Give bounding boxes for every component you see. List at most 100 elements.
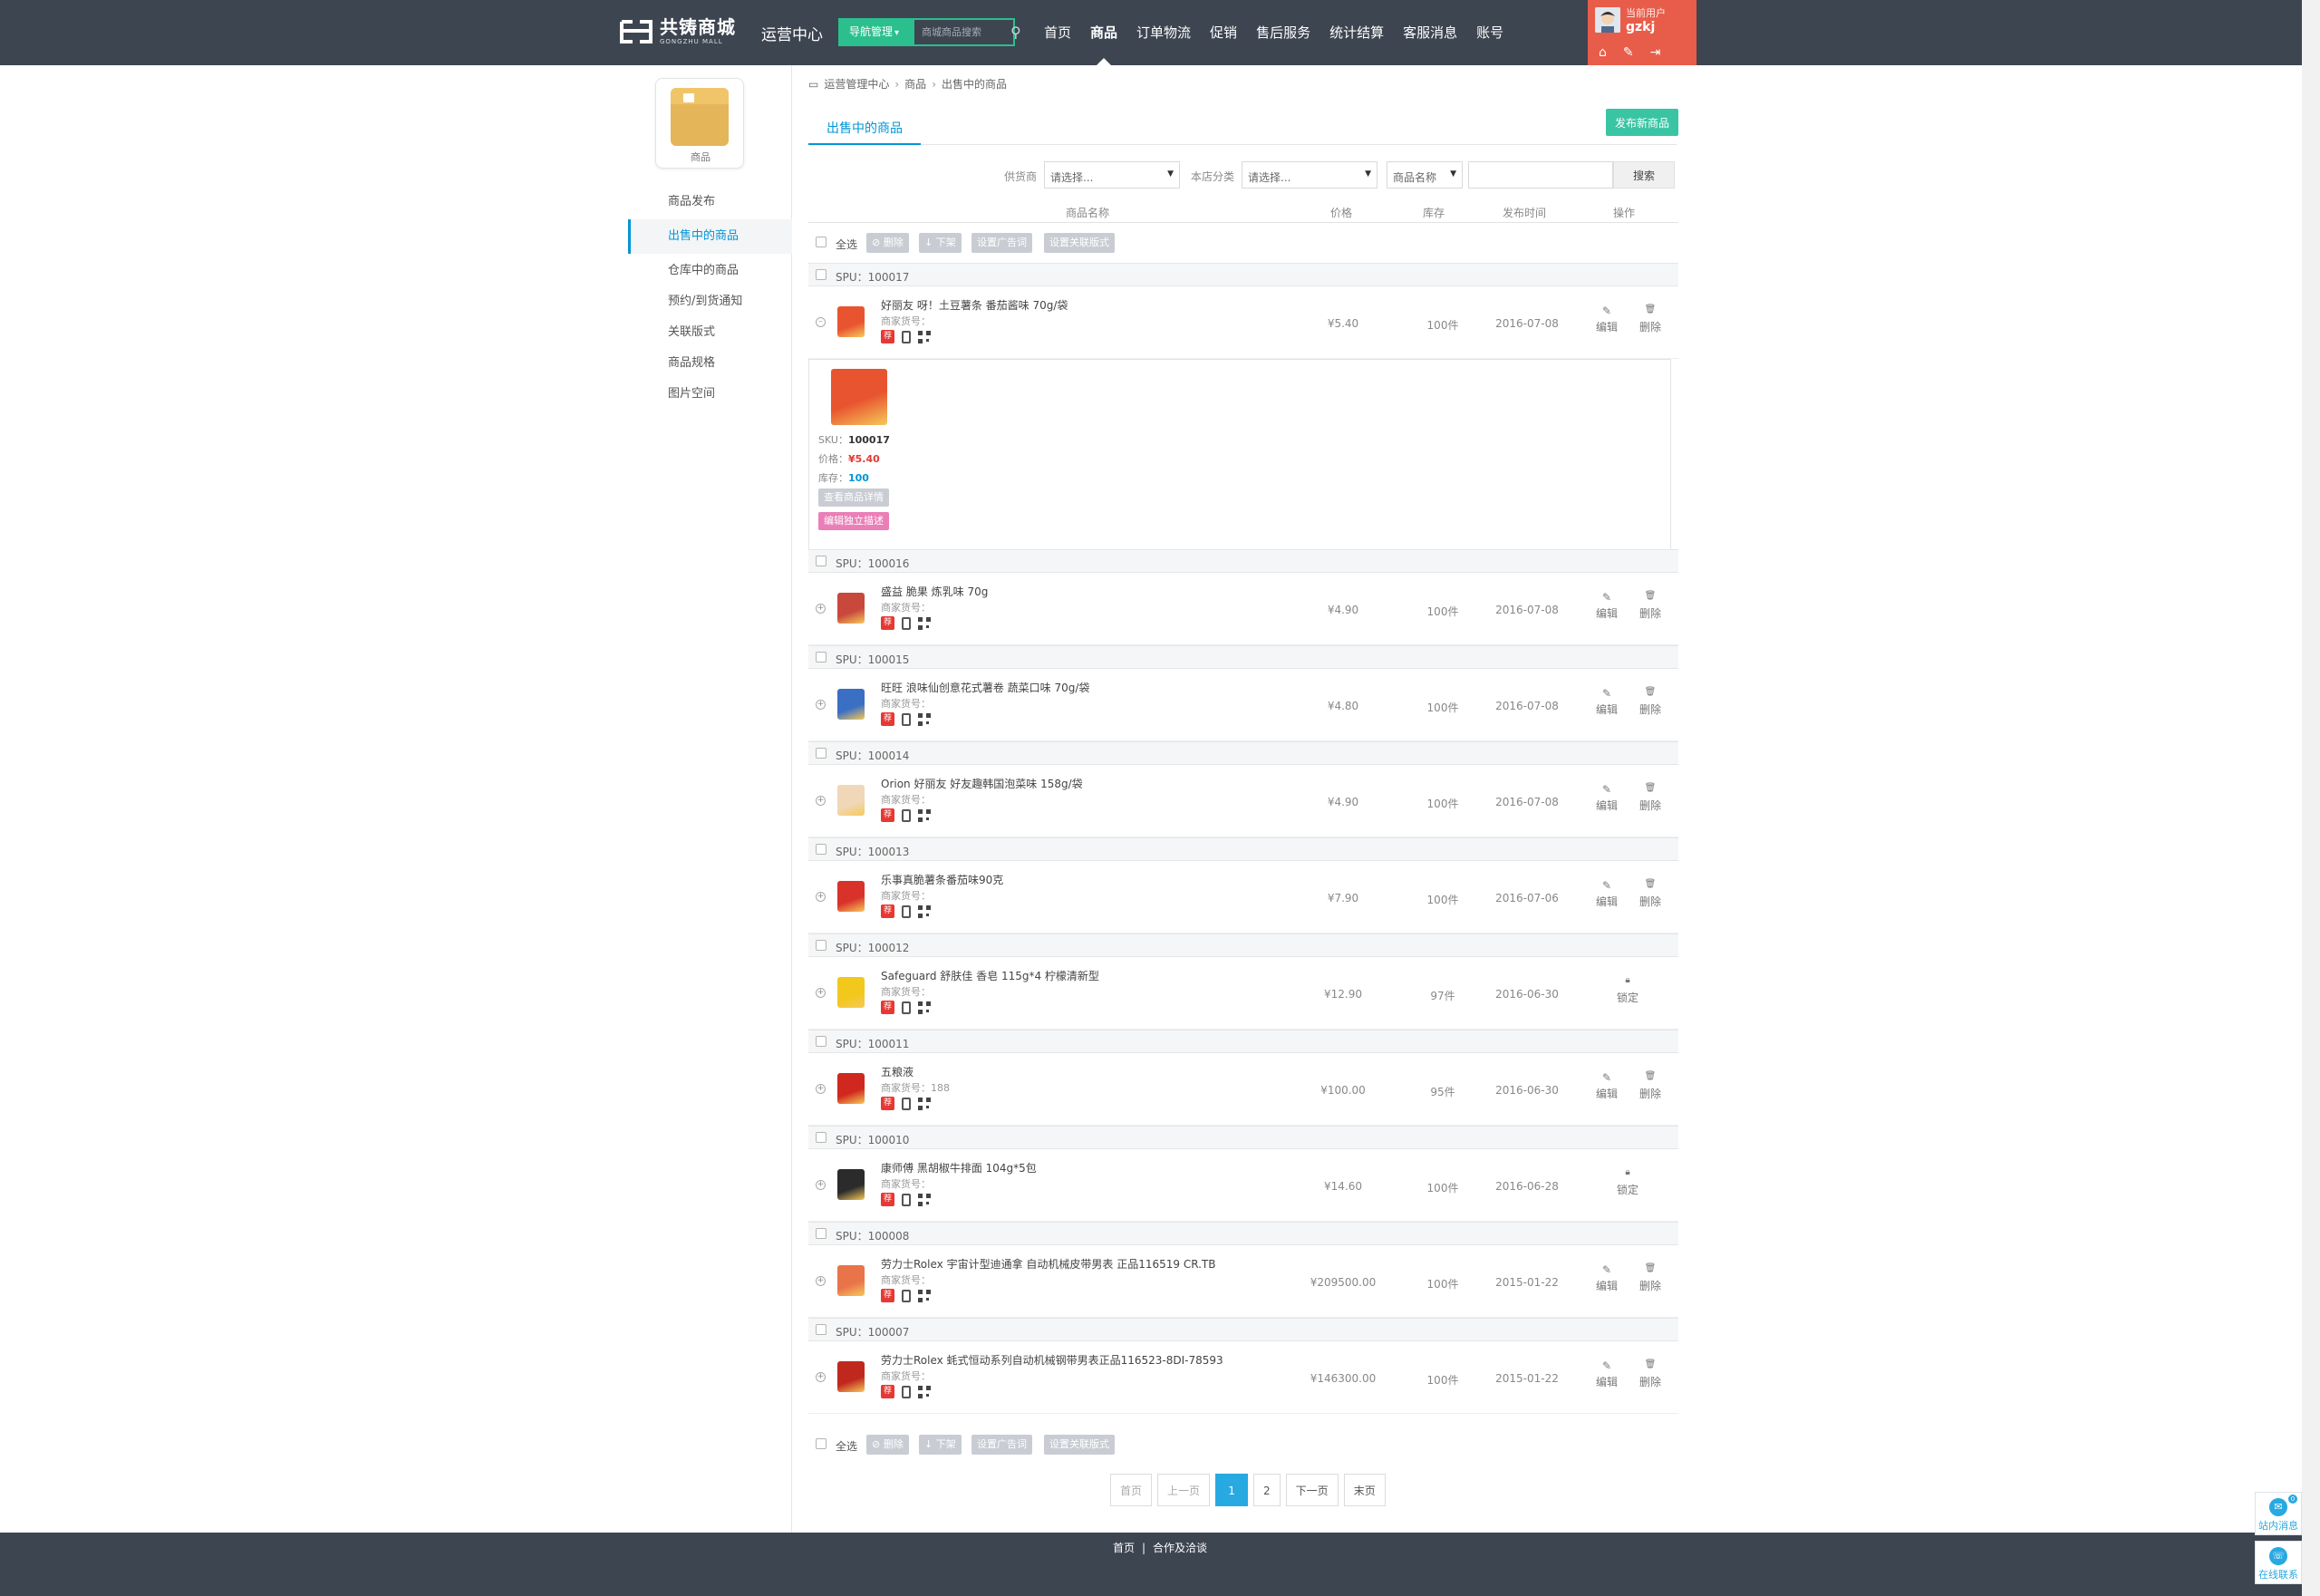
edit-button[interactable]: ✎ 编辑 [1593,1263,1620,1293]
page-prev[interactable]: 上一页 [1157,1474,1211,1506]
product-thumbnail[interactable] [837,306,865,337]
mall-search-input[interactable] [914,20,1013,44]
product-name[interactable]: 盛益 脆果 炼乳味 70g [881,584,988,599]
recommend-icon[interactable]: 荐 [881,808,894,822]
edit-button[interactable]: ✎ 编辑 [1593,783,1620,813]
recommend-icon[interactable]: 荐 [881,616,894,630]
mobile-icon[interactable] [902,1001,911,1014]
recommend-icon[interactable]: 荐 [881,1097,894,1110]
home-icon[interactable]: ⌂ [1599,45,1607,60]
delete-button[interactable]: 🗑︎ 删除 [1637,305,1664,334]
bulk-related-layout-button[interactable]: 设置关联版式 [1044,233,1115,253]
sidebar-item-on-sale[interactable]: 出售中的商品 [628,219,792,254]
bulk-related-layout-button[interactable]: 设置关联版式 [1044,1435,1115,1455]
expand-icon[interactable]: + [816,700,826,710]
qrcode-icon[interactable] [918,712,931,726]
edit-description-button[interactable]: 编辑独立描述 [818,512,889,530]
spu-checkbox[interactable] [816,940,826,951]
delete-button[interactable]: 🗑︎ 删除 [1637,783,1664,813]
expand-icon[interactable]: + [816,892,826,902]
search-button[interactable]: 搜索 [1613,161,1675,189]
page-first[interactable]: 首页 [1110,1474,1153,1506]
spu-checkbox[interactable] [816,1036,826,1047]
nav-statistics[interactable]: 统计结算 [1329,0,1384,65]
mobile-icon[interactable] [902,808,911,822]
breadcrumb-goods[interactable]: 商品 [904,76,926,92]
product-name[interactable]: Orion 好丽友 好友趣韩国泡菜味 158g/袋 [881,776,1083,791]
recommend-icon[interactable]: 荐 [881,1289,894,1302]
product-thumbnail[interactable] [837,1169,865,1200]
expand-icon[interactable]: + [816,1372,826,1382]
qrcode-icon[interactable] [918,1385,931,1398]
recommend-icon[interactable]: 荐 [881,904,894,918]
bulk-ad-words-button[interactable]: 设置广告词 [972,1435,1032,1455]
spu-checkbox[interactable] [816,1228,826,1239]
product-thumbnail[interactable] [837,977,865,1008]
logout-icon[interactable]: ⇥ [1650,45,1661,60]
edit-button[interactable]: ✎ 编辑 [1593,1359,1620,1389]
bulk-delete-button[interactable]: ⊘ 删除 [866,1435,909,1455]
spu-checkbox[interactable] [816,748,826,759]
product-name[interactable]: 好丽友 呀！土豆薯条 番茄酱味 70g/袋 [881,297,1068,313]
qrcode-icon[interactable] [918,616,931,630]
mobile-icon[interactable] [902,1097,911,1110]
delete-button[interactable]: 🗑︎ 删除 [1637,591,1664,621]
product-thumbnail[interactable] [837,1361,865,1392]
field-select[interactable]: 商品名称 ▼ [1387,161,1463,189]
nav-home[interactable]: 首页 [1044,0,1071,65]
collapse-icon[interactable]: – [816,317,826,327]
product-name[interactable]: 旺旺 浪味仙创意花式薯卷 蔬菜口味 70g/袋 [881,680,1089,695]
select-all-checkbox[interactable] [816,1438,826,1449]
delete-button[interactable]: 🗑︎ 删除 [1637,879,1664,909]
scrollbar[interactable] [2302,0,2320,1596]
mobile-icon[interactable] [902,1385,911,1398]
select-all-checkbox[interactable] [816,237,826,247]
sku-image[interactable] [831,369,887,425]
mobile-icon[interactable] [902,1193,911,1206]
breadcrumb-center[interactable]: 运营管理中心 [824,76,889,92]
qrcode-icon[interactable] [918,1001,931,1014]
nav-service[interactable]: 客服消息 [1403,0,1457,65]
expand-icon[interactable]: + [816,1180,826,1190]
binoculars-search-icon[interactable]: ⚲ [1010,24,1021,41]
delete-button[interactable]: 🗑︎ 删除 [1637,1359,1664,1389]
qrcode-icon[interactable] [918,1097,931,1110]
qrcode-icon[interactable] [918,904,931,918]
online-contact-widget[interactable]: ☏ 在线联系 [2255,1541,2302,1584]
sidebar-item-layout[interactable]: 关联版式 [628,317,792,348]
bulk-delete-button[interactable]: ⊘ 删除 [866,233,909,253]
qrcode-icon[interactable] [918,1289,931,1302]
delete-button[interactable]: 🗑︎ 删除 [1637,1263,1664,1293]
qrcode-icon[interactable] [918,1193,931,1206]
product-name[interactable]: 劳力士Rolex 宇宙计型迪通拿 自动机械皮带男表 正品116519 CR.TB [881,1256,1215,1272]
spu-checkbox[interactable] [816,269,826,280]
qrcode-icon[interactable] [918,330,931,343]
product-name[interactable]: 康师傅 黑胡椒牛排面 104g*5包 [881,1160,1037,1175]
product-name[interactable]: 五粮液 [881,1064,914,1079]
spu-checkbox[interactable] [816,652,826,663]
sidebar-item-publish[interactable]: 商品发布 [628,187,792,218]
product-name[interactable]: Safeguard 舒肤佳 香皂 115g*4 柠檬清新型 [881,968,1099,983]
product-thumbnail[interactable] [837,881,865,912]
edit-button[interactable]: ✎ 编辑 [1593,879,1620,909]
avatar[interactable] [1595,7,1620,33]
delete-button[interactable]: 🗑︎ 删除 [1637,687,1664,717]
nav-aftersale[interactable]: 售后服务 [1256,0,1310,65]
site-messages-widget[interactable]: 0 ✉ 站内消息 [2255,1492,2302,1535]
page-last[interactable]: 末页 [1343,1474,1386,1506]
qrcode-icon[interactable] [918,808,931,822]
supplier-select[interactable]: 请选择... ▼ [1044,161,1180,189]
page-2[interactable]: 2 [1253,1474,1281,1506]
page-1[interactable]: 1 [1215,1474,1249,1506]
bulk-offline-button[interactable]: ↓ 下架 [919,1435,962,1455]
wrench-icon[interactable]: ✎ [1623,45,1634,60]
page-next[interactable]: 下一页 [1285,1474,1339,1506]
nav-goods[interactable]: 商品 [1090,0,1117,65]
keyword-input[interactable] [1468,161,1613,189]
mobile-icon[interactable] [902,616,911,630]
nav-manage-dropdown[interactable]: 导航管理 ▾ [838,18,913,46]
expand-icon[interactable]: + [816,988,826,998]
recommend-icon[interactable]: 荐 [881,1001,894,1014]
edit-button[interactable]: ✎ 编辑 [1593,591,1620,621]
spu-checkbox[interactable] [816,1324,826,1335]
